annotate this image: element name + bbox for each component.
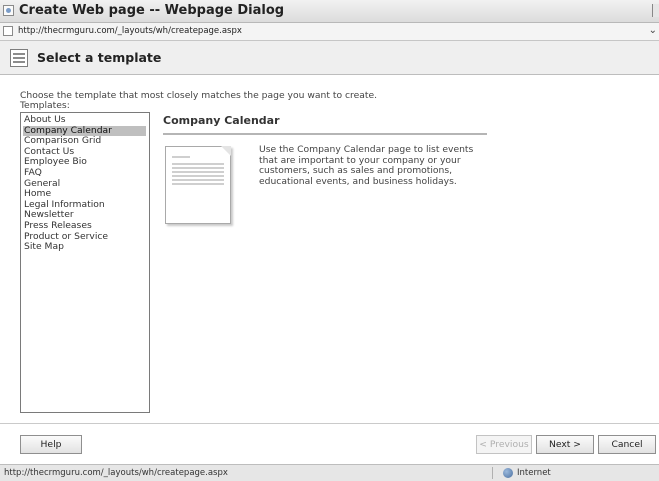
- status-separator: [492, 467, 493, 479]
- previous-button[interactable]: < Previous: [476, 435, 532, 454]
- template-item[interactable]: Press Releases: [23, 220, 146, 232]
- status-bar: http://thecrmguru.com/_layouts/wh/create…: [0, 464, 659, 481]
- instruction-text: Choose the template that most closely ma…: [20, 90, 378, 101]
- help-button[interactable]: Help: [20, 435, 82, 454]
- detail-divider: [163, 133, 487, 135]
- dialog-titlebar: Create Web page -- Webpage Dialog: [0, 0, 659, 23]
- template-item[interactable]: FAQ: [23, 167, 146, 179]
- template-detail-title: Company Calendar: [163, 114, 280, 127]
- page-header: Select a template: [0, 41, 659, 75]
- address-url: http://thecrmguru.com/_layouts/wh/create…: [18, 26, 242, 36]
- chevron-down-icon[interactable]: ⌄: [649, 25, 657, 36]
- template-item[interactable]: Site Map: [23, 242, 146, 253]
- security-zone: Internet: [517, 468, 551, 478]
- footer-divider: [0, 423, 659, 424]
- page-fold: [221, 146, 231, 156]
- ie-app-icon: [3, 5, 14, 16]
- template-description: Use the Company Calendar page to list ev…: [259, 144, 474, 187]
- page-icon: [3, 26, 13, 36]
- templates-label: Templates:: [20, 100, 70, 111]
- next-button[interactable]: Next >: [536, 435, 594, 454]
- template-preview-thumbnail: [163, 144, 235, 227]
- globe-icon: [503, 468, 513, 478]
- dialog-title: Create Web page -- Webpage Dialog: [19, 3, 285, 18]
- page-title: Select a template: [37, 50, 162, 65]
- status-url: http://thecrmguru.com/_layouts/wh/create…: [4, 468, 228, 478]
- address-bar: http://thecrmguru.com/_layouts/wh/create…: [0, 23, 659, 41]
- window-control-edge[interactable]: [652, 4, 659, 17]
- template-item[interactable]: About Us: [23, 114, 146, 126]
- template-list-icon: [10, 49, 28, 67]
- template-listbox[interactable]: About Us Company Calendar Comparison Grid C…: [20, 112, 150, 413]
- cancel-button[interactable]: Cancel: [598, 435, 656, 454]
- preview-page-icon: [165, 146, 231, 224]
